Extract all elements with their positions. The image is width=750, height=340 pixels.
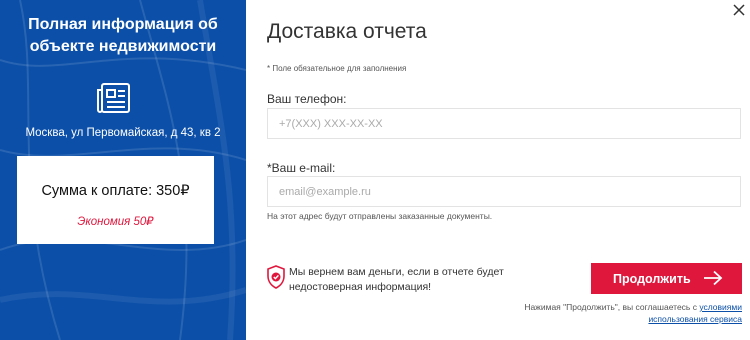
email-label: *Ваш e-mail:: [267, 161, 336, 175]
email-input[interactable]: [267, 176, 741, 207]
phone-label: Ваш телефон:: [267, 92, 347, 106]
terms-agreement-text: Нажимая "Продолжить", вы соглашаетесь с: [524, 302, 697, 312]
report-title: Полная информация об объекте недвижимост…: [28, 16, 218, 55]
price-label: Сумма к оплате: 350₽: [41, 183, 190, 199]
arrow-right-icon: [704, 270, 723, 286]
email-hint: На этот адрес будут отправлены заказанны…: [267, 211, 493, 221]
terms-agreement: Нажимая "Продолжить", вы соглашаетесь с …: [482, 301, 742, 325]
form-title: Доставка отчета: [267, 20, 427, 43]
continue-button[interactable]: Продолжить: [591, 263, 742, 294]
shield-check-icon: [267, 265, 285, 289]
order-summary-panel: Полная информация об объекте недвижимост…: [0, 0, 246, 340]
newspaper-document-icon: [97, 83, 130, 113]
continue-button-label: Продолжить: [613, 272, 691, 286]
price-card: Сумма к оплате: 350₽ Экономия 50₽: [17, 156, 214, 244]
phone-input[interactable]: [267, 108, 741, 139]
required-note: * Поле обязательное для заполнения: [267, 64, 407, 73]
close-icon[interactable]: [732, 3, 746, 17]
savings-label: Экономия 50₽: [77, 216, 154, 228]
property-address: Москва, ул Первомайская, д 43, кв 2: [25, 127, 221, 139]
money-back-guarantee: Мы вернем вам деньги, если в отчете буде…: [289, 266, 504, 293]
